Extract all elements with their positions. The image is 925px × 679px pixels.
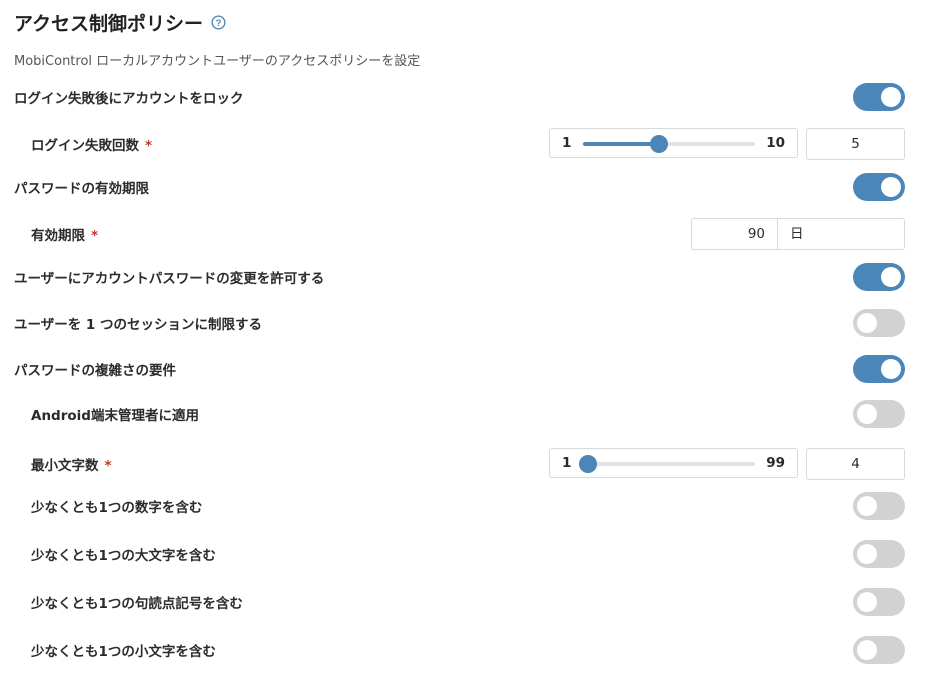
toggle-knob bbox=[857, 313, 877, 333]
setting-row-lockout: ログイン失敗後にアカウントをロック bbox=[0, 79, 925, 115]
toggle-knob bbox=[881, 87, 901, 107]
toggle-knob bbox=[881, 359, 901, 379]
require-upper-label: 少なくとも1つの大文字を含む bbox=[31, 548, 216, 564]
failed-attempts-slider: 1 10 bbox=[549, 128, 798, 158]
toggle-knob bbox=[857, 640, 877, 660]
setting-row-password-expiry: パスワードの有効期限 bbox=[0, 169, 925, 205]
setting-row-complexity: パスワードの複雑さの要件 bbox=[0, 351, 925, 387]
require-lower-toggle[interactable] bbox=[853, 636, 905, 664]
complexity-toggle[interactable] bbox=[853, 355, 905, 383]
lockout-toggle[interactable] bbox=[853, 83, 905, 111]
android-admin-label: Android端末管理者に適用 bbox=[31, 408, 199, 424]
setting-row-require-upper: 少なくとも1つの大文字を含む bbox=[0, 536, 925, 572]
expiry-days-input[interactable]: 90 bbox=[691, 218, 777, 250]
failed-attempts-input[interactable]: 5 bbox=[806, 128, 905, 160]
slider-track[interactable] bbox=[583, 135, 755, 153]
allow-change-label: ユーザーにアカウントパスワードの変更を許可する bbox=[14, 271, 325, 287]
setting-row-failed-attempts: ログイン失敗回数 * 1 10 5 bbox=[0, 126, 925, 162]
require-upper-toggle[interactable] bbox=[853, 540, 905, 568]
slider-thumb[interactable] bbox=[650, 135, 669, 153]
svg-text:?: ? bbox=[216, 18, 222, 28]
setting-row-require-lower: 少なくとも1つの小文字を含む bbox=[0, 632, 925, 668]
toggle-knob bbox=[881, 177, 901, 197]
slider-track[interactable] bbox=[579, 455, 755, 473]
slider-thumb[interactable] bbox=[579, 455, 598, 473]
min-length-label: 最小文字数 * bbox=[31, 454, 112, 474]
setting-row-require-number: 少なくとも1つの数字を含む bbox=[0, 488, 925, 524]
require-number-toggle[interactable] bbox=[853, 492, 905, 520]
page-title: アクセス制御ポリシー ? bbox=[14, 9, 226, 36]
min-length-input[interactable]: 4 bbox=[806, 448, 905, 480]
android-admin-toggle[interactable] bbox=[853, 400, 905, 428]
toggle-knob bbox=[857, 496, 877, 516]
setting-row-min-length: 最小文字数 * 1 99 4 bbox=[0, 446, 925, 482]
require-number-label: 少なくとも1つの数字を含む bbox=[31, 500, 203, 516]
setting-row-single-session: ユーザーを 1 つのセッションに制限する bbox=[0, 305, 925, 341]
complexity-label: パスワードの複雑さの要件 bbox=[14, 363, 176, 379]
required-mark: * bbox=[145, 138, 153, 154]
page-subtitle: MobiControl ローカルアカウントユーザーのアクセスポリシーを設定 bbox=[14, 54, 421, 69]
setting-row-allow-change: ユーザーにアカウントパスワードの変更を許可する bbox=[0, 259, 925, 295]
expiry-period-label: 有効期限 * bbox=[31, 224, 98, 244]
slider-max-label: 10 bbox=[766, 135, 785, 151]
allow-change-toggle[interactable] bbox=[853, 263, 905, 291]
required-mark: * bbox=[91, 228, 99, 244]
require-lower-label: 少なくとも1つの小文字を含む bbox=[31, 644, 216, 660]
page-title-text: アクセス制御ポリシー bbox=[14, 13, 204, 35]
require-punct-toggle[interactable] bbox=[853, 588, 905, 616]
slider-min-label: 1 bbox=[562, 455, 572, 471]
toggle-knob bbox=[857, 404, 877, 424]
setting-row-expiry-period: 有効期限 * 90 日 bbox=[0, 216, 925, 252]
slider-min-label: 1 bbox=[562, 135, 572, 151]
password-expiry-toggle[interactable] bbox=[853, 173, 905, 201]
expiry-period-label-text: 有効期限 bbox=[31, 228, 85, 244]
toggle-knob bbox=[857, 544, 877, 564]
failed-attempts-label: ログイン失敗回数 * bbox=[31, 134, 152, 154]
toggle-knob bbox=[881, 267, 901, 287]
slider-max-label: 99 bbox=[766, 455, 785, 471]
min-length-slider: 1 99 bbox=[549, 448, 798, 478]
require-punct-label: 少なくとも1つの句読点記号を含む bbox=[31, 596, 243, 612]
failed-attempts-label-text: ログイン失敗回数 bbox=[31, 138, 139, 154]
setting-row-android-admin: Android端末管理者に適用 bbox=[0, 396, 925, 432]
password-expiry-label: パスワードの有効期限 bbox=[14, 181, 149, 197]
setting-row-require-punct: 少なくとも1つの句読点記号を含む bbox=[0, 584, 925, 620]
expiry-unit-label: 日 bbox=[777, 218, 905, 250]
question-circle-icon[interactable]: ? bbox=[211, 15, 226, 30]
slider-fill bbox=[583, 142, 660, 146]
lockout-label: ログイン失敗後にアカウントをロック bbox=[14, 91, 244, 107]
required-mark: * bbox=[104, 458, 112, 474]
single-session-toggle[interactable] bbox=[853, 309, 905, 337]
toggle-knob bbox=[857, 592, 877, 612]
single-session-label: ユーザーを 1 つのセッションに制限する bbox=[14, 317, 263, 333]
min-length-label-text: 最小文字数 bbox=[31, 458, 99, 474]
